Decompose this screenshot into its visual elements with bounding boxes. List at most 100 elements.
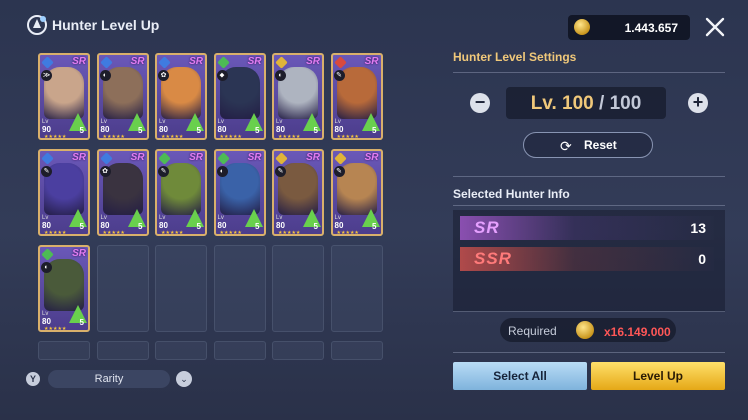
required-gold-amount: x16.149.000 — [604, 325, 671, 339]
star-rating: ★★★★★ — [44, 326, 67, 332]
rarity-badge: SR — [306, 56, 320, 67]
hunter-level: 80 — [276, 221, 285, 230]
filter-icon[interactable]: Y — [26, 372, 40, 386]
advancement-tier: 5 — [79, 222, 84, 231]
advancement-tier: 5 — [79, 126, 84, 135]
gold-amount: 1.443.657 — [624, 21, 678, 35]
hunter-card[interactable]: ✎ SR Lv 80 ★★★★★ 5 — [330, 53, 383, 140]
hunter-level: 80 — [100, 125, 110, 134]
advancement-icon — [69, 305, 87, 323]
empty-hunter-slot — [155, 341, 207, 360]
hunter-card[interactable]: ✎ SR Lv 80 ★★★★★ 5 — [330, 149, 383, 236]
close-icon[interactable] — [704, 16, 726, 38]
class-icon: ≫ — [41, 70, 52, 81]
advancement-tier: 5 — [255, 222, 260, 231]
element-icon — [99, 56, 113, 69]
ssr-count: 0 — [698, 251, 706, 267]
class-icon: ◐ — [216, 166, 228, 177]
hunter-card[interactable]: ◐ SR Lv 80 ★★★★★ 5 — [38, 245, 90, 332]
hunter-card[interactable]: ✎ SR Lv 80 ★★★★★ 5 — [272, 149, 324, 236]
rarity-badge: SR — [130, 56, 145, 67]
element-icon — [41, 248, 54, 261]
hunter-level: 80 — [334, 221, 344, 230]
star-rating: ★★★★★ — [102, 134, 125, 140]
sr-count: 13 — [690, 220, 706, 236]
hunter-card[interactable]: ◐ SR Lv 80 ★★★★★ 5 — [213, 149, 266, 236]
reset-label: Reset — [584, 138, 617, 152]
rarity-sort-dropdown[interactable]: Rarity — [48, 370, 170, 388]
reset-icon: ⟳ — [560, 138, 572, 154]
rarity-badge: SR — [189, 152, 203, 163]
empty-hunter-slot — [155, 245, 207, 332]
empty-hunter-slot — [213, 341, 266, 360]
star-rating: ★★★★★ — [219, 230, 242, 236]
rarity-badge: SR — [72, 152, 86, 163]
hunter-level: 80 — [100, 221, 110, 230]
sr-rarity-label: SR — [474, 218, 500, 237]
rarity-badge: SR — [364, 56, 379, 67]
required-label: Required — [508, 324, 557, 338]
advancement-icon — [303, 113, 321, 131]
star-rating: ★★★★★ — [219, 134, 242, 140]
element-icon — [275, 56, 288, 69]
level-value: Lv. 100 / 100 — [530, 93, 642, 114]
divider — [453, 352, 725, 353]
class-icon: ◐ — [275, 70, 286, 81]
hunter-card[interactable]: ⬥ SR Lv 80 ★★★★★ 5 — [213, 53, 266, 140]
hunter-card[interactable]: ◐ SR Lv 80 ★★★★★ 5 — [272, 53, 324, 140]
hunter-card[interactable]: ◐ SR Lv 80 ★★★★★ 5 — [96, 53, 149, 140]
empty-hunter-slot — [96, 245, 149, 332]
star-rating: ★★★★★ — [102, 230, 125, 236]
advancement-tier: 5 — [138, 222, 143, 231]
rarity-badge: SR — [189, 56, 203, 67]
hunter-level: 80 — [42, 317, 51, 326]
star-rating: ★★★★★ — [336, 230, 359, 236]
advancement-icon — [69, 113, 87, 131]
hunter-level: 80 — [159, 221, 168, 230]
hunter-card[interactable]: ≫ SR Lv 90 ★★★★★ 5 — [38, 53, 90, 140]
empty-hunter-slot — [96, 341, 149, 360]
star-rating: ★★★★★ — [278, 134, 301, 140]
class-icon: ✿ — [158, 70, 169, 81]
hunter-badge-icon — [27, 15, 47, 35]
empty-hunter-slot — [38, 341, 90, 360]
rarity-badge: SR — [130, 152, 145, 163]
hunter-card[interactable]: ✿ SR Lv 80 ★★★★★ 5 — [96, 149, 149, 236]
class-icon: ◐ — [41, 262, 52, 273]
class-icon: ✎ — [333, 166, 345, 177]
hunter-card[interactable]: ✿ SR Lv 80 ★★★★★ 5 — [155, 53, 207, 140]
element-icon — [216, 152, 230, 165]
hunter-level: 80 — [276, 125, 285, 134]
advancement-icon — [186, 113, 204, 131]
increase-level-button[interactable]: + — [688, 93, 708, 113]
element-icon — [158, 152, 171, 165]
advancement-icon — [186, 209, 204, 227]
page-title: Hunter Level Up — [52, 17, 160, 33]
level-up-label: Level Up — [632, 369, 683, 383]
rarity-badge: SR — [364, 152, 379, 163]
level-max: 100 — [609, 93, 642, 114]
advancement-tier: 5 — [313, 126, 318, 135]
star-rating: ★★★★★ — [278, 230, 301, 236]
empty-hunter-slot — [272, 245, 324, 332]
decrease-level-button[interactable]: − — [470, 93, 490, 113]
divider — [453, 311, 725, 312]
advancement-tier: 5 — [196, 222, 201, 231]
ssr-rarity-label: SSR — [474, 249, 512, 268]
advancement-tier: 5 — [372, 222, 377, 231]
hunter-card[interactable]: ✎ SR Lv 80 ★★★★★ 5 — [155, 149, 207, 236]
empty-hunter-slot — [272, 341, 324, 360]
class-icon: ✎ — [333, 70, 345, 81]
level-current: 100 — [562, 93, 594, 114]
hunter-card[interactable]: ✎ SR Lv 80 ★★★★★ 5 — [38, 149, 90, 236]
sort-order-chevron-icon[interactable]: ⌄ — [176, 371, 192, 387]
advancement-icon — [303, 209, 321, 227]
hunter-level: 80 — [159, 125, 168, 134]
star-rating: ★★★★★ — [161, 230, 184, 236]
selected-hunter-info-title: Selected Hunter Info — [453, 187, 570, 201]
advancement-tier: 5 — [372, 126, 377, 135]
element-icon — [158, 56, 171, 69]
class-icon: ✎ — [41, 166, 52, 177]
empty-hunter-slot — [213, 245, 266, 332]
advancement-tier: 5 — [255, 126, 260, 135]
